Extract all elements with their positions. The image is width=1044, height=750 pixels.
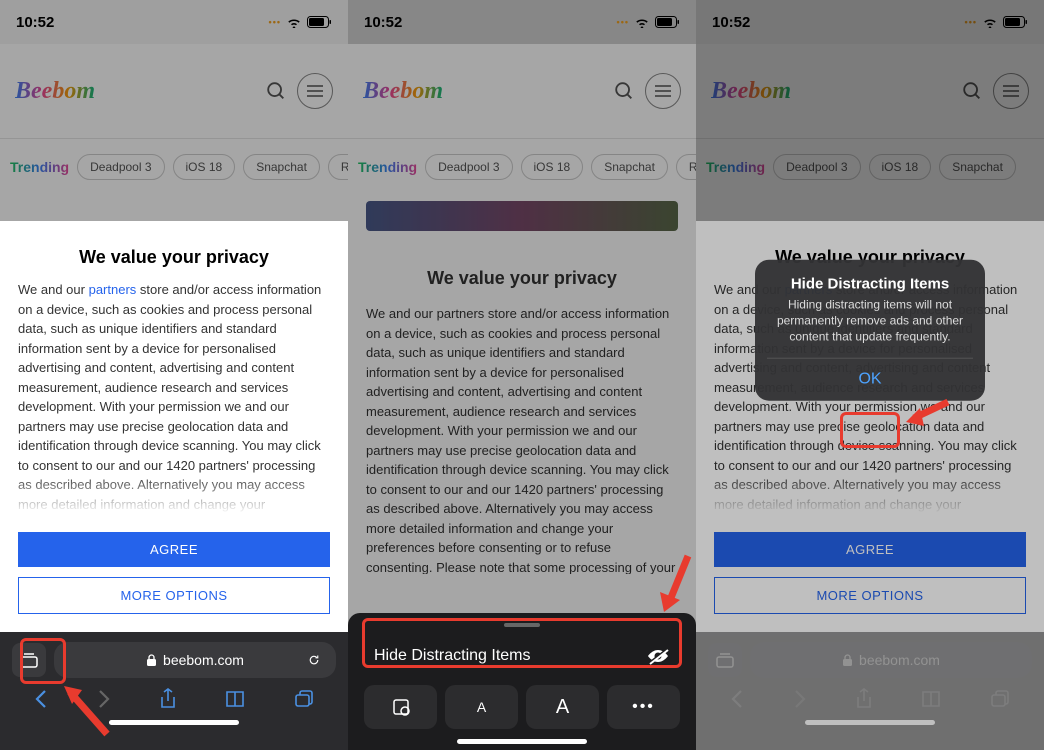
alert-title: Hide Distracting Items (767, 276, 973, 293)
highlight-box (362, 618, 682, 668)
forward-icon (97, 689, 111, 709)
text-size-small-button[interactable]: A (445, 685, 518, 729)
agree-button[interactable]: AGREE (18, 532, 330, 567)
screenshot-1: 10:52 ••• Beebom Trending Deadpool 3 iOS… (0, 0, 348, 750)
back-icon[interactable] (34, 689, 48, 709)
listen-button[interactable] (364, 685, 437, 729)
share-icon[interactable] (159, 688, 177, 710)
partners-link[interactable]: partners (89, 282, 137, 297)
highlight-box (20, 638, 66, 684)
home-indicator[interactable] (109, 720, 239, 725)
home-indicator[interactable] (457, 739, 587, 744)
tabs-icon[interactable] (294, 690, 314, 708)
screenshot-3: 10:52 ••• Beebom Trending Deadpool 3 iOS… (696, 0, 1044, 750)
safari-nav-row (0, 684, 348, 710)
bookmarks-icon[interactable] (225, 690, 245, 708)
more-button[interactable]: ••• (607, 685, 680, 729)
privacy-title: We value your privacy (18, 229, 330, 280)
privacy-consent-sheet: We value your privacy We and our partner… (0, 229, 348, 632)
highlight-box (840, 412, 900, 448)
reload-icon[interactable] (308, 652, 324, 668)
url-bar[interactable]: beebom.com (54, 642, 336, 678)
text-size-large-button[interactable]: A (526, 685, 599, 729)
reader-tools-row: A A ••• (358, 677, 686, 729)
dim-overlay (0, 0, 348, 221)
screenshot-2: 10:52 ••• Beebom Trending Deadpool 3 iOS… (348, 0, 696, 750)
alert-body: Hiding distracting items will not perman… (767, 297, 973, 346)
confirmation-alert: Hide Distracting Items Hiding distractin… (755, 260, 985, 401)
lock-icon (146, 654, 157, 667)
more-options-button[interactable]: MORE OPTIONS (18, 577, 330, 614)
alert-ok-button[interactable]: OK (767, 357, 973, 400)
url-text: beebom.com (163, 652, 244, 668)
privacy-body: We and our partners store and/or access … (18, 280, 330, 514)
